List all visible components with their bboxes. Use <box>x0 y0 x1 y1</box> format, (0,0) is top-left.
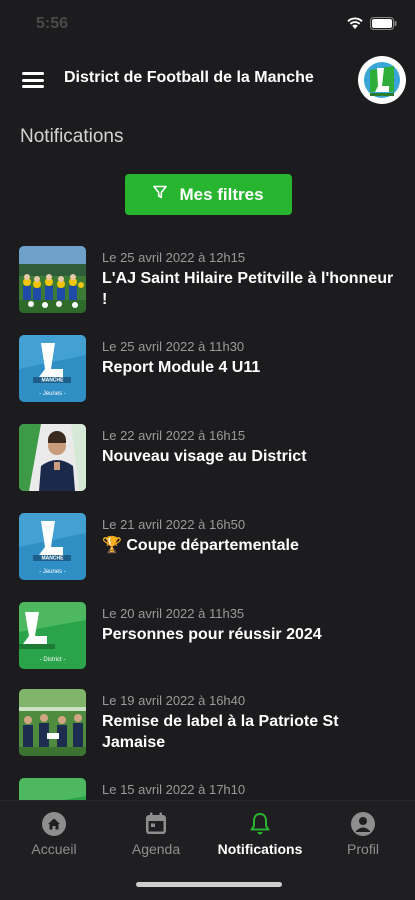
district-logo-thumbnail <box>19 778 86 802</box>
tab-label: Accueil <box>31 841 77 857</box>
filters-button[interactable]: Mes filtres <box>125 174 292 215</box>
ceremony-photo-thumbnail <box>19 689 86 756</box>
notification-date: Le 25 avril 2022 à 11h30 <box>102 339 245 354</box>
notification-title: 🏆 Coupe départementale <box>102 537 299 554</box>
tab-accueil[interactable]: Accueil <box>4 811 104 857</box>
svg-text:MANCHE: MANCHE <box>42 556 65 562</box>
notification-title: Report Module 4 U11 <box>102 359 261 376</box>
district-logo[interactable] <box>358 56 406 104</box>
battery-icon <box>370 16 397 35</box>
notification-item[interactable]: Le 22 avril 2022 à 16h15 Nouveau visage … <box>0 424 415 492</box>
notification-date: Le 25 avril 2022 à 12h15 <box>102 250 246 265</box>
filter-icon <box>153 185 168 204</box>
team-photo-thumbnail <box>19 246 86 313</box>
notification-item[interactable]: Le 15 avril 2022 à 17h10 <box>0 778 415 802</box>
calendar-icon <box>143 811 169 837</box>
notification-title: Personnes pour réussir 2024 <box>102 626 322 643</box>
notification-date: Le 20 avril 2022 à 11h35 <box>102 606 245 621</box>
tab-label: Agenda <box>131 841 181 857</box>
tab-notifications[interactable]: Notifications <box>210 811 310 857</box>
notification-item[interactable]: Le 19 avril 2022 à 16h40 Remise de label… <box>0 689 415 757</box>
home-indicator <box>136 882 282 887</box>
thumbnail-caption: - Jeunes - <box>39 391 66 397</box>
app-title: District de Football de la Manche <box>64 69 314 86</box>
notification-title: Nouveau visage au District <box>102 448 307 465</box>
portrait-thumbnail <box>19 424 86 491</box>
home-icon <box>41 811 67 837</box>
svg-text:MANCHE: MANCHE <box>42 378 65 384</box>
status-time: 5:56 <box>36 15 69 32</box>
thumbnail-caption: - District - <box>40 657 66 663</box>
district-logo-thumbnail: MANCHE - Jeunes - <box>19 513 86 580</box>
tab-profil[interactable]: Profil <box>313 811 413 857</box>
thumbnail-caption: - Jeunes - <box>39 569 66 575</box>
notification-date: Le 15 avril 2022 à 17h10 <box>102 782 246 797</box>
status-icons <box>346 16 397 35</box>
page-title: Notifications <box>20 126 124 147</box>
notification-title: L'AJ Saint Hilaire Petitville à l'honneu… <box>102 270 394 308</box>
notification-date: Le 21 avril 2022 à 16h50 <box>102 517 246 532</box>
tab-agenda[interactable]: Agenda <box>106 811 206 857</box>
notification-date: Le 19 avril 2022 à 16h40 <box>102 693 246 708</box>
notifications-list[interactable]: Le 25 avril 2022 à 12h15 L'AJ Saint Hila… <box>0 246 415 802</box>
wifi-icon <box>346 16 364 35</box>
filters-label: Mes filtres <box>179 184 264 204</box>
notification-date: Le 22 avril 2022 à 16h15 <box>102 428 246 443</box>
tab-label: Profil <box>347 841 379 857</box>
status-bar: 5:56 <box>0 0 415 48</box>
profile-icon <box>350 811 376 837</box>
notification-title: Remise de label à la Patriote St Jamaise <box>102 713 339 751</box>
tab-label: Notifications <box>217 841 303 857</box>
app-header: District de Football de la Manche <box>0 48 415 112</box>
menu-icon[interactable] <box>22 70 46 90</box>
notification-item[interactable]: MANCHE - Jeunes - Le 21 avril 2022 à 16h… <box>0 513 415 581</box>
notification-item[interactable]: MANCHE - Jeunes - Le 25 avril 2022 à 11h… <box>0 335 415 403</box>
district-logo-thumbnail: - District - <box>19 602 86 669</box>
district-logo-thumbnail: MANCHE - Jeunes - <box>19 335 86 402</box>
notification-item[interactable]: Le 25 avril 2022 à 12h15 L'AJ Saint Hila… <box>0 246 415 314</box>
bell-icon <box>247 811 273 837</box>
notification-item[interactable]: - District - Le 20 avril 2022 à 11h35 Pe… <box>0 602 415 670</box>
